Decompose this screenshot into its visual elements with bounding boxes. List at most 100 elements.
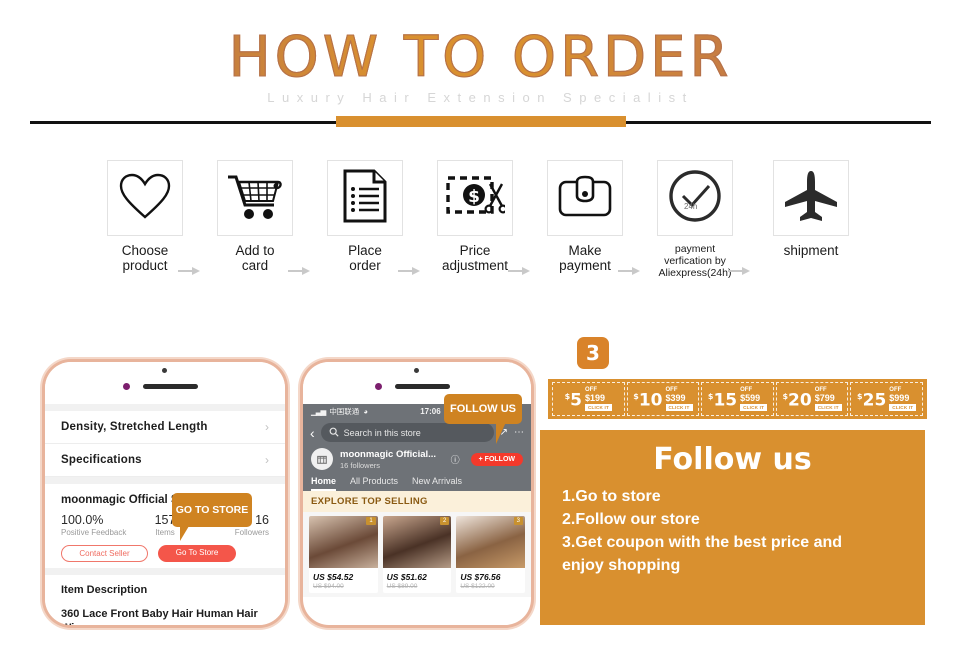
earpiece-speaker [143,384,198,389]
coupon-cta-button[interactable]: CLICK IT [665,404,693,411]
coupon-item[interactable]: $20 OFF $799 CLICK IT [775,382,849,416]
product-price: US $51.62 [386,572,427,582]
step-choose-product: Choose product [100,160,190,273]
step-arrow-3 [398,266,420,276]
search-icon [329,424,339,442]
section-divider [45,404,285,411]
coupon-strip: $5 OFF $199 CLICK IT $10 OFF $399 CLICK … [548,379,927,419]
tab-all-products[interactable]: All Products [350,476,398,491]
store-tabs: Home All Products New Arrivals [303,474,531,491]
coupon-amount: $25 [857,390,887,411]
coupon-cta-button[interactable]: CLICK IT [740,404,768,411]
coupon-amount: $5 [564,390,582,411]
search-placeholder: Search in this store [343,427,421,438]
step-number-badge: 3 [577,337,609,369]
follow-us-heading: Follow us [653,442,812,477]
back-icon[interactable]: ‹ [310,425,315,441]
step-arrow-5 [618,266,640,276]
follow-us-panel: Follow us 1.Go to store 2.Follow our sto… [540,430,925,625]
step-icon-box: $ [437,160,513,236]
chevron-right-icon: › [265,420,269,434]
sensor-icon [162,368,167,373]
step-add-to-card: Add to card [210,160,300,273]
follow-step: 3.Get coupon with the best price and [562,534,843,551]
callout-tail [180,526,198,541]
svg-text:24h: 24h [684,202,697,211]
rank-badge: 1 [366,517,376,525]
follow-step: enjoy shopping [562,557,681,574]
more-options-icon[interactable]: ⋯ [514,427,524,438]
earpiece-speaker [395,384,450,389]
page-title: HOW TO ORDER [0,29,961,86]
header-divider-accent [336,116,626,127]
coupon-threshold: $999 [889,393,910,403]
coupon-cta-button[interactable]: CLICK IT [585,404,612,411]
step-label: Price adjustment [441,243,509,273]
coupon-threshold: $799 [814,393,835,403]
front-camera-icon [375,383,382,390]
callout-label: GO TO STORE [175,504,249,516]
coupon-details: OFF $199 CLICK IT [585,387,612,411]
coupon-cta-button[interactable]: CLICK IT [814,404,842,411]
coupon-amount: $15 [707,390,738,411]
coupon-item[interactable]: $25 OFF $999 CLICK IT [850,382,923,416]
product-image: 2 [382,516,452,568]
item-description-text: 360 Lace Front Baby Hair Human Hair Wigs [61,608,258,625]
list-item[interactable]: Specifications › [45,444,285,477]
product-card[interactable]: 3 US $76.56 US $122.00 [456,516,526,593]
how-to-order-banner: HOW TO ORDER Luxury Hair Extension Speci… [0,0,961,658]
follow-step: 1.Go to store [562,488,661,505]
product-grid: 1 US $54.52 US $94.00 2 US $51.62 US $89… [303,512,531,597]
step-label: Place order [348,243,382,273]
product-price: US $76.56 [460,572,501,582]
coupon-item[interactable]: $5 OFF $199 CLICK IT [552,382,625,416]
product-card[interactable]: 1 US $54.52 US $94.00 [309,516,378,593]
coupon-amount: $10 [633,390,663,411]
step-payment-verification: 24h payment verfication by Aliexpress(24h) [650,160,740,279]
phone-notch-area [45,362,285,404]
product-old-price: US $122.00 [460,583,495,590]
step-label: payment verfication by Aliexpress(24h) [658,243,732,279]
tab-new-arrivals[interactable]: New Arrivals [412,476,462,491]
go-to-store-button[interactable]: Go To Store [158,545,236,562]
coupon-details: OFF $399 CLICK IT [665,387,693,411]
follow-step: 2.Follow our store [562,511,700,528]
step-place-order: Place order [320,160,410,273]
stat-label: Followers [234,528,269,537]
callout-tail [496,422,510,444]
wallet-icon [557,174,613,223]
coupon-threshold: $599 [740,393,761,403]
step-arrow-6 [728,266,750,276]
product-card[interactable]: 2 US $51.62 US $89.00 [382,516,452,593]
item-description-section: Item Description 360 Lace Front Baby Hai… [45,575,285,625]
product-price: US $54.52 [313,572,354,582]
signal-icon: ▁▃▅ [311,407,326,416]
step-icon-box [773,160,849,236]
follow-button[interactable]: + FOLLOW [470,452,523,466]
airplane-icon [782,169,840,228]
info-icon[interactable]: ⓘ [451,453,460,466]
tab-home[interactable]: Home [311,476,337,491]
shopping-cart-icon [226,171,284,226]
coupon-details: OFF $599 CLICK IT [740,387,768,411]
carrier-label: 中国联通 [329,407,360,416]
sensor-icon [414,368,419,373]
step-icon-box [327,160,403,236]
go-to-store-callout: GO TO STORE [172,493,252,541]
document-icon [342,169,388,228]
coupon-item[interactable]: $15 OFF $599 CLICK IT [701,382,774,416]
step-arrow-4 [508,266,530,276]
list-item[interactable]: Density, Stretched Length › [45,411,285,444]
search-input[interactable]: Search in this store [320,423,494,442]
store-actions: Contact Seller Go To Store [61,545,269,562]
heart-icon [118,172,172,225]
step-make-payment: Make payment [540,160,630,273]
rank-badge: 3 [513,517,524,525]
product-image: 1 [309,516,378,568]
step-label: Choose product [121,243,169,273]
contact-seller-button[interactable]: Contact Seller [61,545,148,562]
step-shipment: shipment [766,160,856,258]
coupon-item[interactable]: $10 OFF $399 CLICK IT [626,382,700,416]
coupon-cta-button[interactable]: CLICK IT [889,404,917,411]
stat-value: 100.0% [61,513,104,527]
